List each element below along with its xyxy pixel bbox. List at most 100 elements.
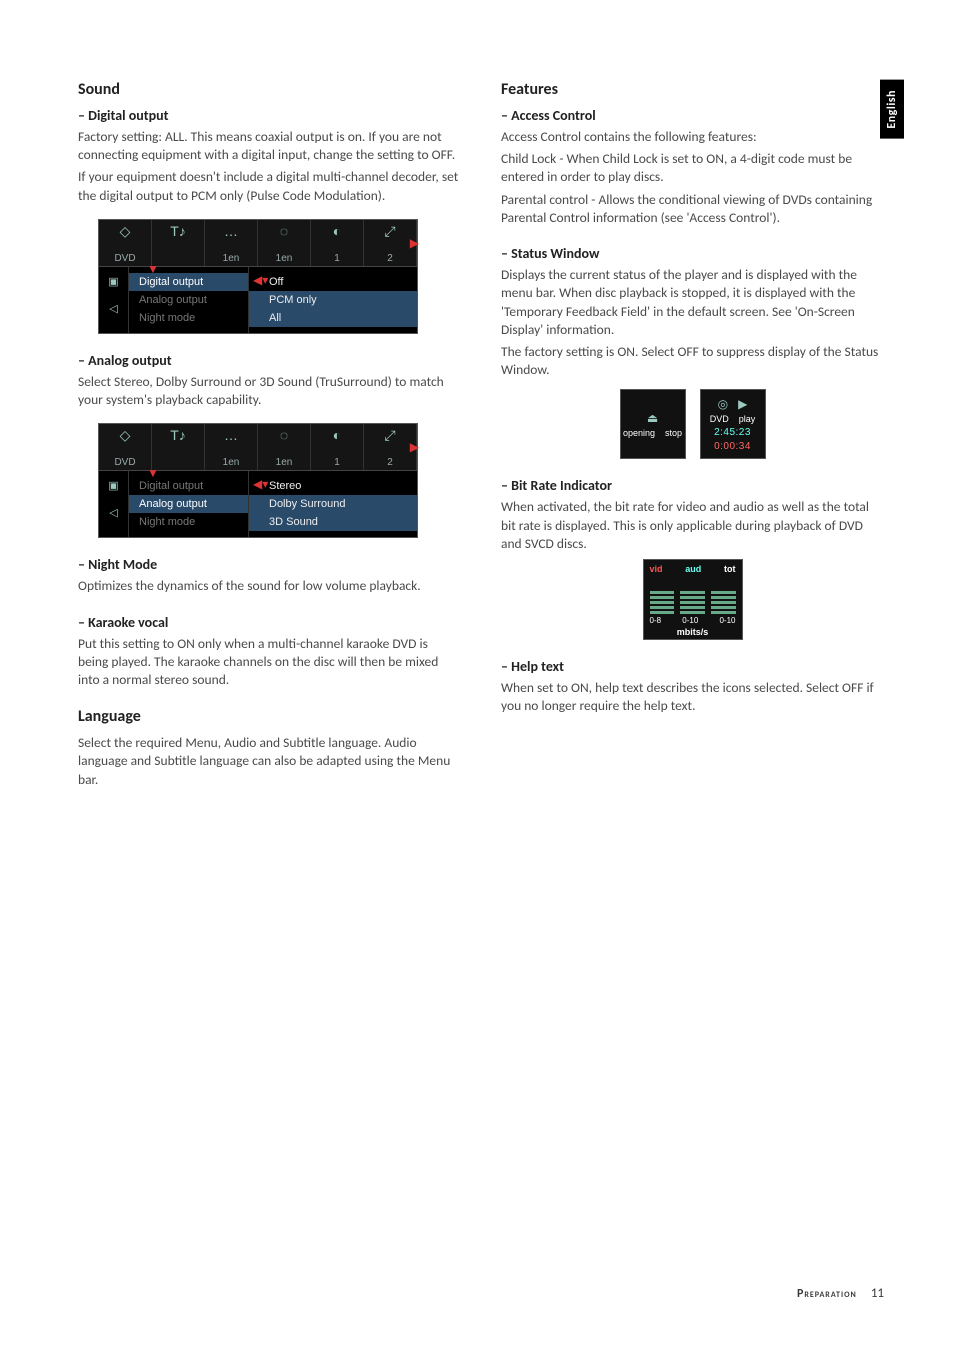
subheading-help-text: Help text (501, 658, 884, 675)
subheading-access-control: Access Control (501, 107, 884, 124)
sound-icon: ◁ (109, 302, 117, 315)
angle-icon: ◐ (333, 428, 341, 442)
bitrate-range: 0-10 (682, 616, 698, 625)
osd-menu-item: Analog output (129, 291, 248, 309)
osd-tab-label: 1en (223, 253, 240, 264)
left-column: Sound Digital output Factory setting: AL… (78, 80, 461, 793)
osd-option: 3D Sound (249, 513, 417, 531)
heading-sound: Sound (78, 80, 461, 99)
osd-tab-label: 2 (387, 457, 393, 468)
osd-option: PCM only (249, 291, 417, 309)
status-text: DVD (710, 414, 729, 424)
body-text: When set to ON, help text describes the … (501, 679, 884, 715)
subheading-analog-output: Analog output (78, 352, 461, 369)
arrow-right-icon: ▶ (410, 440, 419, 454)
osd-tab-label: DVD (114, 457, 135, 468)
sound-icon: ◁ (109, 506, 117, 519)
status-time-remaining: 0:00:34 (714, 441, 751, 452)
subheading-status-window: Status Window (501, 245, 884, 262)
section-help-text: Help text When set to ON, help text desc… (501, 658, 884, 715)
heading-features: Features (501, 80, 884, 99)
body-text: Select Stereo, Dolby Surround or 3D Soun… (78, 373, 461, 409)
osd-tab-label: 1 (334, 253, 340, 264)
zoom-icon: ⤢ (384, 224, 395, 238)
osd-tab-label: 1en (276, 253, 293, 264)
dvd-icon: ◇ (120, 224, 131, 238)
setup-icon: T♪ (170, 428, 186, 442)
osd-tab-label: 1en (223, 457, 240, 468)
dvd-icon: ◇ (120, 428, 131, 442)
section-access-control: Access Control Access Control contains t… (501, 107, 884, 227)
osd-digital-output: ◇DVD T♪ …1en ◌1en ◐1 ⤢2 ▼ ▶ ▣ ◁ Digital … (98, 219, 418, 334)
body-text: Displays the current status of the playe… (501, 266, 884, 339)
subtitle-icon: … (224, 428, 238, 442)
bitrate-col-header: aud (685, 564, 701, 574)
status-time-elapsed: 2:45:23 (714, 427, 751, 438)
subheading-digital-output: Digital output (78, 107, 461, 124)
body-text: Factory setting: ALL. This means coaxial… (78, 128, 461, 164)
section-night-mode: Night Mode Optimizes the dynamics of the… (78, 556, 461, 595)
section-analog-output: Analog output Select Stereo, Dolby Surro… (78, 352, 461, 538)
audio-icon: ◌ (280, 428, 288, 442)
page-content: Sound Digital output Factory setting: AL… (0, 0, 954, 793)
osd-option: Off (249, 273, 417, 291)
setup-icon: T♪ (170, 224, 186, 238)
zoom-icon: ⤢ (384, 428, 395, 442)
osd-option: Stereo (249, 477, 417, 495)
body-text: Child Lock - When Child Lock is set to O… (501, 150, 884, 186)
osd-analog-output: ◇DVD T♪ …1en ◌1en ◐1 ⤢2 ▼ ▶ ▣ ◁ Digital … (98, 423, 418, 538)
language-tab: English (880, 80, 904, 139)
osd-tab-label: 1en (276, 457, 293, 468)
osd-option: All (249, 309, 417, 327)
status-text: opening (623, 428, 655, 438)
footer-section-label: Preparation (797, 1287, 857, 1301)
audio-icon: ◌ (280, 224, 288, 238)
body-text: When activated, the bit rate for video a… (501, 498, 884, 553)
right-column: Features Access Control Access Control c… (501, 80, 884, 793)
body-text: Parental control - Allows the conditiona… (501, 191, 884, 227)
osd-option: Dolby Surround (249, 495, 417, 513)
osd-tab-label: DVD (114, 253, 135, 264)
picture-icon: ▣ (108, 275, 118, 288)
angle-icon: ◐ (333, 224, 341, 238)
subheading-night-mode: Night Mode (78, 556, 461, 573)
bitrate-range: 0-10 (719, 616, 735, 625)
bitrate-col-header: vid (650, 564, 663, 574)
section-karaoke-vocal: Karaoke vocal Put this setting to ON onl… (78, 614, 461, 690)
status-window-images: ⏏ opening stop ◎ ▶ DVD play 2:45:2 (501, 389, 884, 459)
status-mini-right: ◎ ▶ DVD play 2:45:23 0:00:34 (700, 389, 766, 459)
bitrate-indicator-image: vid aud tot 0-8 0-10 0-10 mbits/s (643, 559, 743, 640)
body-text: Optimizes the dynamics of the sound for … (78, 577, 461, 595)
cursor-icon: ◀▾ (253, 477, 268, 491)
disc-icon: ◎ (718, 397, 728, 411)
footer-page-number: 11 (871, 1286, 884, 1301)
osd-tab-label: 2 (387, 253, 393, 264)
osd-menu-item: Night mode (129, 513, 248, 531)
picture-icon: ▣ (108, 479, 118, 492)
page-footer: Preparation 11 (797, 1286, 884, 1301)
subheading-bit-rate-indicator: Bit Rate Indicator (501, 477, 884, 494)
section-bit-rate-indicator: Bit Rate Indicator When activated, the b… (501, 477, 884, 640)
status-text: play (739, 414, 756, 424)
body-text: The factory setting is ON. Select OFF to… (501, 343, 884, 379)
subheading-karaoke-vocal: Karaoke vocal (78, 614, 461, 631)
arrow-right-icon: ▶ (410, 236, 419, 250)
cursor-icon: ◀▾ (253, 273, 268, 287)
status-text: stop (665, 428, 682, 438)
status-mini-left: ⏏ opening stop (620, 389, 686, 459)
arrow-down-icon: ▼ (147, 466, 159, 480)
osd-menu-item: Analog output (129, 495, 248, 513)
body-text: Access Control contains the following fe… (501, 128, 884, 146)
subtitle-icon: … (224, 224, 238, 238)
bitrate-unit: mbits/s (650, 627, 736, 637)
body-text: Select the required Menu, Audio and Subt… (78, 734, 461, 789)
play-icon: ▶ (738, 397, 747, 411)
bitrate-range: 0-8 (650, 616, 662, 625)
heading-language: Language (78, 707, 461, 726)
osd-menu-item: Night mode (129, 309, 248, 327)
osd-tab-label: 1 (334, 457, 340, 468)
body-text: If your equipment doesn't include a digi… (78, 168, 461, 204)
arrow-down-icon: ▼ (147, 262, 159, 276)
tray-icon: ⏏ (647, 411, 658, 425)
section-status-window: Status Window Displays the current statu… (501, 245, 884, 459)
